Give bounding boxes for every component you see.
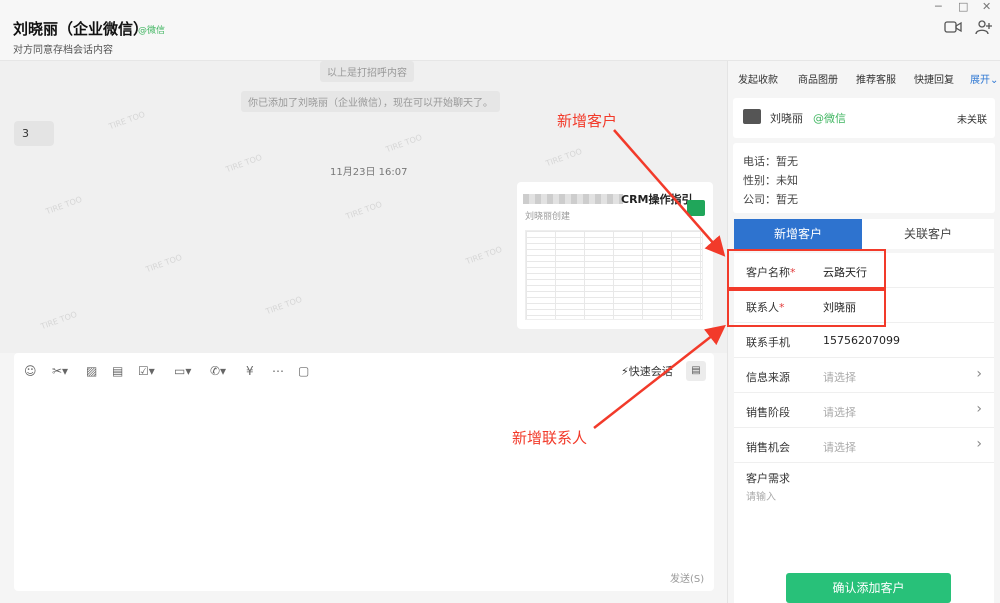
watermark: TIRE TOO [44, 194, 84, 217]
watermark: TIRE TOO [107, 109, 147, 132]
opportunity-select[interactable]: 请选择 [823, 439, 856, 455]
confirm-add-customer-button[interactable]: 确认添加客户 [786, 573, 951, 603]
image-icon[interactable]: ▨ [86, 364, 97, 378]
doc-preview-thumbnail [525, 230, 703, 320]
phone-icon[interactable]: ✆▾ [210, 364, 226, 378]
emoji-icon[interactable]: ☺ [24, 364, 37, 378]
contact-name: 刘晓丽（企业微信） [13, 20, 149, 38]
shared-doc-card[interactable]: CRM操作指引 刘晓丽创建 [517, 182, 713, 329]
message-timestamp: 11月23日 16:07 [330, 167, 408, 178]
contact-card-wechat: @微信 [813, 112, 846, 125]
system-message: 你已添加了刘晓丽（企业微信），现在可以开始聊天了。 [241, 91, 500, 112]
checklist-icon[interactable]: ☑▾ [138, 364, 155, 378]
chat-record-icon[interactable]: ▢ [298, 364, 309, 378]
chevron-right-icon: › [976, 436, 982, 452]
chevron-down-icon: ⌄ [990, 75, 999, 86]
side-panel-toggle-icon[interactable]: ▤ [686, 361, 706, 381]
info-gender: 性别：未知 [743, 174, 798, 187]
message-composer[interactable]: ☺ ✂▾ ▨ ▤ ☑▾ ▭▾ ✆▾ ¥ ⋯ ▢ ⚡快速会话 ▤ 发送(S) [14, 353, 714, 591]
contact-card-icon [743, 109, 761, 124]
phone-field[interactable]: 15756207099 [823, 334, 900, 347]
video-call-icon[interactable] [944, 19, 962, 35]
stage-label: 销售阶段 [746, 406, 790, 419]
crm-side-panel: 发起收款 商品图册 推荐客服 快捷回复 展开⌄ 刘晓丽 @微信 未关联 电话：暂… [727, 61, 1000, 603]
annotation-box-customer-name [727, 249, 886, 289]
tab-recommend-service[interactable]: 推荐客服 [856, 71, 896, 86]
chevron-right-icon: › [976, 401, 982, 417]
stage-select[interactable]: 请选择 [823, 404, 856, 420]
tab-quick-reply[interactable]: 快捷回复 [914, 71, 954, 86]
chat-message-area[interactable]: 以上是打招呼内容 你已添加了刘晓丽（企业微信），现在可以开始聊天了。 3 11月… [0, 61, 727, 353]
close-button[interactable]: ✕ [982, 0, 991, 13]
link-status: 未关联 [957, 115, 987, 126]
send-button[interactable]: 发送(S) [670, 570, 704, 585]
tab-product-catalog[interactable]: 商品图册 [798, 71, 838, 86]
screenshot-icon[interactable]: ✂▾ [52, 364, 68, 378]
folder-icon[interactable]: ▭▾ [174, 364, 191, 378]
spreadsheet-icon [687, 200, 705, 216]
opportunity-row[interactable]: 销售机会 请选择 › [734, 428, 994, 463]
source-label: 信息来源 [746, 371, 790, 384]
watermark: TIRE TOO [144, 252, 184, 275]
archive-consent-subtitle: 对方同意存档会话内容 [13, 45, 113, 56]
incoming-message-bubble[interactable]: 3 [14, 121, 54, 146]
blurred-doc-prefix [523, 194, 623, 204]
currency-icon[interactable]: ¥ [246, 364, 254, 378]
annotation-box-contact [727, 289, 886, 327]
tab-new-customer[interactable]: 新增客户 [734, 219, 862, 249]
contact-card-name: 刘晓丽 [770, 112, 803, 125]
watermark: TIRE TOO [264, 294, 304, 317]
expand-tabs-button[interactable]: 展开⌄ [970, 71, 998, 86]
tab-payment[interactable]: 发起收款 [738, 71, 778, 86]
lightning-icon: ⚡ [621, 365, 629, 378]
info-company: 公司：暂无 [743, 193, 798, 206]
quick-reply-button[interactable]: ⚡快速会话 [621, 363, 673, 379]
watermark: TIRE TOO [39, 309, 79, 332]
more-icon[interactable]: ⋯ [272, 364, 284, 378]
requirement-input[interactable]: 请输入 [746, 488, 776, 503]
add-member-icon[interactable] [975, 19, 993, 35]
phone-row[interactable]: 联系手机 15756207099 [734, 323, 994, 358]
doc-title: CRM操作指引 [621, 193, 693, 206]
maximize-button[interactable]: □ [958, 0, 968, 13]
minimize-button[interactable]: ─ [935, 0, 942, 13]
annotation-new-contact: 新增联系人 [512, 429, 588, 447]
expand-label: 展开 [970, 75, 990, 86]
watermark: TIRE TOO [344, 199, 384, 222]
source-row[interactable]: 信息来源 请选择 › [734, 358, 994, 393]
watermark: TIRE TOO [384, 132, 424, 155]
source-select[interactable]: 请选择 [823, 369, 856, 385]
contact-card: 刘晓丽 @微信 未关联 [733, 98, 995, 138]
opportunity-label: 销售机会 [746, 441, 790, 454]
contact-info-card: 电话：暂无 性别：未知 公司：暂无 [733, 143, 995, 213]
phone-label: 联系手机 [746, 336, 790, 349]
tab-link-customer[interactable]: 关联客户 [862, 219, 994, 249]
system-message: 以上是打招呼内容 [320, 61, 414, 82]
info-phone: 电话：暂无 [743, 155, 798, 168]
doc-author: 刘晓丽创建 [525, 212, 571, 222]
wechat-tag: @微信 [138, 26, 166, 36]
chevron-right-icon: › [976, 366, 982, 382]
chat-header: 刘晓丽（企业微信） @微信 对方同意存档会话内容 ─ □ ✕ [0, 0, 1000, 61]
stage-row[interactable]: 销售阶段 请选择 › [734, 393, 994, 428]
document-icon[interactable]: ▤ [112, 364, 123, 378]
watermark: TIRE TOO [544, 146, 584, 169]
watermark: TIRE TOO [224, 152, 264, 175]
requirement-label: 客户需求 [746, 472, 790, 485]
quick-reply-label: 快速会话 [628, 365, 673, 378]
annotation-new-customer: 新增客户 [557, 112, 618, 130]
watermark: TIRE TOO [464, 244, 504, 267]
